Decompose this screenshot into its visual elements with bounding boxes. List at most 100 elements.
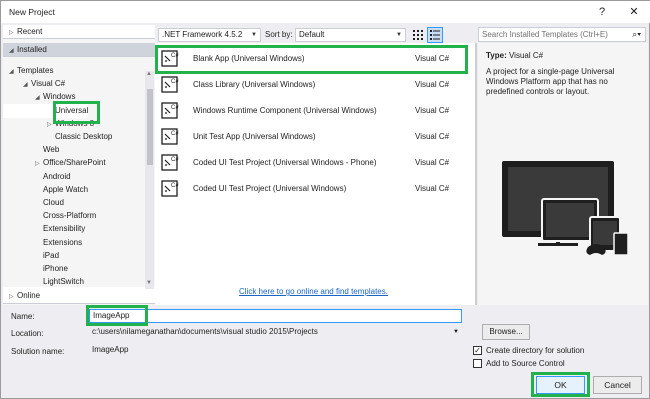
browse-button[interactable]: Browse...: [482, 324, 530, 340]
svg-text:C#: C#: [171, 183, 179, 189]
template-list: C# Blank App (Universal Windows) Visual C#…: [155, 43, 475, 305]
tree-item-label: Extensions: [43, 237, 83, 247]
framework-select[interactable]: .NET Framework 4.5.2 ▼: [158, 28, 261, 42]
template-name: Coded UI Test Project (Universal Windows…: [193, 158, 377, 167]
template-name: Windows Runtime Component (Universal Win…: [193, 106, 377, 115]
tree-item-label: Cross-Platform: [43, 211, 97, 221]
universal-devices-icon: [486, 133, 646, 263]
template-description: A project for a single-page Universal Wi…: [486, 67, 615, 96]
chevron-down-icon: ▼: [453, 329, 459, 335]
expand-arrow-icon: ▷: [9, 294, 14, 300]
tree-item-label: Apple Watch: [43, 184, 89, 194]
tree-item-label: Android: [43, 171, 71, 181]
nav-installed[interactable]: ◢ Installed: [3, 43, 155, 57]
template-navigation: ▷ Recent ◢ Installed ◢ Templates ◢ Visual C# ◢…: [3, 25, 155, 305]
type-label: Type:: [486, 51, 507, 60]
tree-item[interactable]: Cloud: [3, 196, 64, 210]
template-name: Coded UI Test Project (Universal Windows…: [193, 184, 347, 193]
new-project-dialog: New Project ? ✕ ▷ Recent ◢ Installed ◢ Temp…: [0, 0, 650, 399]
tree-item[interactable]: Web: [3, 143, 59, 157]
solution-name-label: Solution name:: [11, 347, 65, 356]
chevron-down-icon: ▼: [251, 32, 257, 38]
solution-name-input[interactable]: ImageApp: [89, 344, 462, 358]
template-language: Visual C#: [415, 132, 450, 141]
tree-item[interactable]: iPad: [3, 249, 59, 263]
blank-app-highlight: [155, 45, 468, 74]
tree-item[interactable]: iPhone: [3, 262, 68, 276]
location-label: Location:: [11, 329, 44, 338]
nav-recent[interactable]: ▷ Recent: [3, 25, 155, 39]
collapse-arrow-icon: ◢: [9, 48, 14, 54]
location-combo[interactable]: c:\users\nilameganathan\documents\visual…: [89, 326, 462, 340]
svg-text:C#: C#: [171, 131, 179, 137]
template-language: Visual C#: [415, 80, 450, 89]
checkmark-icon: ✓: [474, 346, 481, 355]
list-view-icon[interactable]: [427, 27, 443, 43]
chevron-down-icon: ▼: [396, 32, 402, 38]
template-item[interactable]: C# Windows Runtime Component (Universal W…: [155, 99, 475, 123]
tree-item-label: Web: [43, 145, 60, 155]
ok-highlight: [531, 372, 590, 397]
tree-item[interactable]: ▷ Office/SharePoint: [3, 156, 106, 170]
nav-online[interactable]: ▷ Online: [3, 287, 155, 304]
csharp-template-icon: C#: [161, 154, 179, 172]
close-button[interactable]: ✕: [625, 3, 643, 21]
search-icon: ⌕▾: [632, 29, 641, 39]
nav-scroll-thumb[interactable]: [147, 89, 153, 165]
template-item[interactable]: C# Coded UI Test Project (Universal Windo…: [155, 151, 475, 175]
tree-item[interactable]: Cross-Platform: [3, 209, 96, 223]
universal-highlight: [53, 101, 100, 124]
scroll-up-icon[interactable]: ▲: [146, 71, 152, 77]
online-templates-link[interactable]: Click here to go online and find templat…: [239, 287, 388, 296]
csharp-template-icon: C#: [161, 102, 179, 120]
template-name: Unit Test App (Universal Windows): [193, 132, 316, 141]
tree-item-label: iPhone: [43, 264, 68, 273]
name-highlight: [86, 305, 148, 326]
tree-item-label: iPad: [43, 250, 60, 260]
template-language: Visual C#: [415, 158, 450, 167]
tree-item[interactable]: ◢ Templates: [3, 64, 53, 78]
sort-label: Sort by:: [265, 30, 293, 39]
help-button[interactable]: ?: [593, 3, 611, 21]
tree-item[interactable]: Classic Desktop: [3, 130, 112, 144]
sort-select[interactable]: Default ▼: [295, 28, 406, 42]
template-language: Visual C#: [415, 106, 450, 115]
tree-item[interactable]: Extensions: [3, 236, 82, 250]
tree-item-label: Cloud: [43, 198, 64, 207]
csharp-template-icon: C#: [161, 128, 179, 146]
tree-item-label: Visual C#: [31, 79, 66, 89]
title-bar: New Project ? ✕: [1, 1, 650, 23]
create-directory-checkbox[interactable]: ✓: [473, 346, 482, 355]
tree-item[interactable]: Apple Watch: [3, 183, 88, 197]
tree-item-label: LightSwitch: [43, 277, 84, 287]
window-title: New Project: [9, 7, 55, 17]
template-details: Type: Visual C# A project for a single-p…: [478, 43, 648, 305]
tree-item-label: Office/SharePoint: [43, 158, 106, 168]
svg-text:C#: C#: [171, 105, 179, 111]
cancel-button[interactable]: Cancel: [593, 376, 642, 394]
tree-item-label: Classic Desktop: [55, 132, 113, 141]
template-item[interactable]: C# Unit Test App (Universal Windows) Visua…: [155, 125, 475, 149]
template-language: Visual C#: [415, 184, 450, 193]
tree-item-label: Templates: [17, 66, 54, 75]
source-control-checkbox[interactable]: [473, 359, 482, 368]
svg-text:C#: C#: [171, 157, 179, 163]
expand-arrow-icon: ▷: [9, 30, 14, 36]
name-label: Name:: [11, 312, 35, 321]
tree-item[interactable]: Android: [3, 170, 71, 184]
create-directory-label: Create directory for solution: [486, 346, 585, 355]
csharp-template-icon: C#: [161, 180, 179, 198]
type-value: Visual C#: [508, 51, 544, 60]
scroll-down-icon[interactable]: ▼: [146, 280, 152, 286]
template-name: Class Library (Universal Windows): [193, 80, 316, 89]
tree-item[interactable]: ◢ Visual C#: [3, 77, 65, 91]
csharp-template-icon: C#: [161, 76, 179, 94]
template-item[interactable]: C# Coded UI Test Project (Universal Windo…: [155, 177, 475, 201]
source-control-label: Add to Source Control: [486, 359, 565, 368]
small-icons-view-icon[interactable]: [411, 28, 425, 42]
svg-text:C#: C#: [171, 79, 179, 85]
tree-item[interactable]: Extensibility: [3, 222, 85, 236]
divider: [475, 43, 477, 305]
template-item[interactable]: C# Class Library (Universal Windows) Visua…: [155, 73, 475, 97]
search-input[interactable]: Search Installed Templates (Ctrl+E) ⌕▾: [478, 27, 646, 42]
